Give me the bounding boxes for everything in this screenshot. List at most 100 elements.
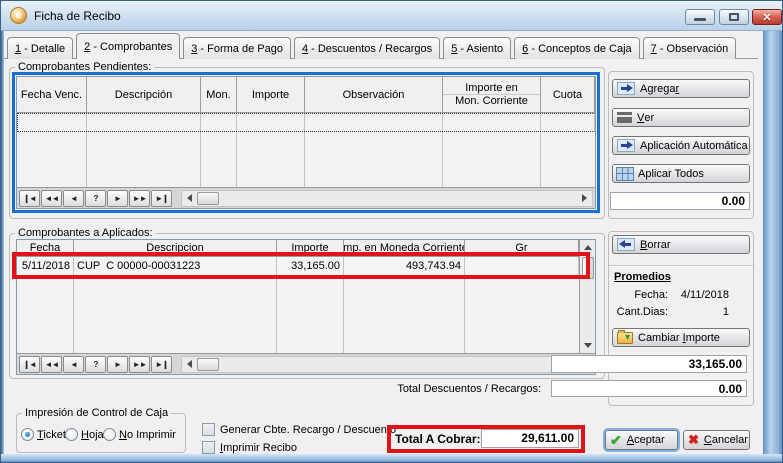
pendientes-grid: Fecha Venc. Descripción Mon. Importe Obs… xyxy=(16,76,596,209)
col-importe-mon-corriente: Importe en Mon. Corriente xyxy=(443,77,541,112)
radio-no-imprimir[interactable] xyxy=(103,428,116,441)
col-fecha-venc: Fecha Venc. xyxy=(17,77,87,112)
window-border-bottom xyxy=(1,454,783,462)
horizontal-scrollbar[interactable] xyxy=(181,190,593,207)
col-descripcion: Descripcion xyxy=(74,240,277,256)
borrar-button[interactable]: Borrar xyxy=(612,235,750,254)
radio-ticket-label: Ticket xyxy=(37,429,66,441)
aceptar-button[interactable]: ✔ Aceptar xyxy=(605,430,678,450)
tab-conceptos-de-caja[interactable]: 6 - Conceptos de Caja xyxy=(514,37,639,59)
maximize-button[interactable] xyxy=(719,9,749,25)
agregar-button[interactable]: Agregar xyxy=(612,79,750,98)
window-border-right xyxy=(762,31,782,456)
aplicar-todos-button[interactable]: Aplicar Todos xyxy=(612,164,750,183)
scroll-down-icon[interactable] xyxy=(580,338,595,353)
cambiar-importe-button[interactable]: Cambiar Importe xyxy=(612,328,750,347)
nav-prior-button[interactable]: ◄ xyxy=(63,356,84,373)
row-descripcion: CUP C 00000-00031223 xyxy=(74,257,277,276)
aplicados-navigator: ❙◄ ◄◄ ◄ ? ► ►► ►❙ xyxy=(17,353,595,374)
tab-observacion[interactable]: 7 - Observación xyxy=(643,37,737,59)
nav-next-button[interactable]: ► xyxy=(107,356,128,373)
nav-help-button[interactable]: ? xyxy=(85,356,106,373)
radio-ticket[interactable] xyxy=(21,428,34,441)
nav-next-page-button[interactable]: ►► xyxy=(129,356,150,373)
tab-descuentos-recargos[interactable]: 4 - Descuentos / Recargos xyxy=(294,37,440,59)
aplicacion-automatica-button[interactable]: Aplicación Automática xyxy=(612,136,750,155)
promedios-heading: Promedios xyxy=(614,271,671,283)
radio-hoja-label: Hoja xyxy=(81,429,104,441)
arrow-right-icon xyxy=(617,82,635,95)
col-cuota: Cuota xyxy=(541,77,595,112)
scrollbar-thumb[interactable] xyxy=(582,257,594,279)
nav-prior-button[interactable]: ◄ xyxy=(63,190,84,207)
scroll-left-icon[interactable] xyxy=(182,357,197,372)
window-title: Ficha de Recibo xyxy=(34,9,121,23)
checkbox-imprimir-recibo-label: Imprimir Recibo xyxy=(220,442,297,454)
aplicados-group-label: Comprobantes a Aplicados: xyxy=(15,227,156,239)
col-mon: Mon. xyxy=(201,77,237,112)
grid-icon xyxy=(617,168,633,180)
scroll-right-icon[interactable] xyxy=(577,191,592,206)
importe-total-field[interactable]: 33,165.00 xyxy=(551,355,747,373)
arrow-right-icon xyxy=(617,139,635,152)
total-a-cobrar-field[interactable]: 29,611.00 xyxy=(481,429,579,448)
folder-down-icon xyxy=(617,332,633,344)
tab-comprobantes[interactable]: 2 - Comprobantes xyxy=(76,33,180,59)
pendientes-group-label: Comprobantes Pendientes: xyxy=(15,61,154,73)
nav-last-button[interactable]: ►❙ xyxy=(151,356,172,373)
col-importe: Importe xyxy=(277,240,344,256)
maximize-icon xyxy=(729,13,739,21)
cancelar-button[interactable]: ✖ Cancelar xyxy=(683,430,750,450)
nav-first-button[interactable]: ❙◄ xyxy=(19,356,40,373)
close-button[interactable]: ✕ xyxy=(752,9,782,25)
minimize-button[interactable] xyxy=(685,9,715,25)
col-gr: Gr xyxy=(465,240,579,256)
tab-strip: 1 - Detalle 2 - Comprobantes 3 - Forma d… xyxy=(7,33,756,59)
scrollbar-thumb[interactable] xyxy=(197,192,219,205)
vertical-scrollbar[interactable] xyxy=(579,240,595,353)
horizontal-scrollbar[interactable] xyxy=(181,356,593,373)
cant-dias-value: 1 xyxy=(671,306,729,318)
close-icon: ✕ xyxy=(762,11,771,24)
nav-first-button[interactable]: ❙◄ xyxy=(19,190,40,207)
dialog-ficha-de-recibo: e Ficha de Recibo ✕ 1 - Detalle 2 - Comp… xyxy=(0,0,783,463)
aplicados-table-row[interactable]: 5/11/2018 CUP C 00000-00031223 33,165.00… xyxy=(17,257,579,277)
pendientes-total-field[interactable]: 0.00 xyxy=(610,192,750,210)
total-descuentos-field[interactable]: 0.00 xyxy=(551,380,747,397)
minimize-icon xyxy=(694,18,706,21)
scroll-left-icon[interactable] xyxy=(182,191,197,206)
empty-selected-row[interactable] xyxy=(17,113,595,132)
title-bar[interactable]: e Ficha de Recibo xyxy=(1,1,782,31)
ver-button[interactable]: Ver xyxy=(612,108,750,127)
list-icon xyxy=(617,112,632,123)
tab-detalle[interactable]: 1 - Detalle xyxy=(7,37,73,59)
checkbox-imprimir-recibo[interactable] xyxy=(202,441,215,454)
nav-next-page-button[interactable]: ►► xyxy=(129,190,150,207)
fecha-label: Fecha: xyxy=(608,289,668,301)
pendientes-navigator: ❙◄ ◄◄ ◄ ? ► ►► ►❙ xyxy=(17,187,595,208)
total-descuentos-label: Total Descuentos / Recargos: xyxy=(341,383,541,395)
checkbox-generar-cbte[interactable] xyxy=(202,423,215,436)
nav-last-button[interactable]: ►❙ xyxy=(151,190,172,207)
nav-prior-page-button[interactable]: ◄◄ xyxy=(41,190,62,207)
fecha-value: 4/11/2018 xyxy=(671,289,729,301)
tab-forma-de-pago[interactable]: 3 - Forma de Pago xyxy=(183,37,291,59)
col-importe: Importe xyxy=(237,77,305,112)
scroll-up-icon[interactable] xyxy=(580,240,595,255)
nav-prior-page-button[interactable]: ◄◄ xyxy=(41,356,62,373)
total-a-cobrar-label: Total A Cobrar: xyxy=(395,432,481,446)
arrow-left-icon xyxy=(617,238,635,251)
row-fecha: 5/11/2018 xyxy=(17,257,74,276)
nav-next-button[interactable]: ► xyxy=(107,190,128,207)
window-border-left xyxy=(1,31,4,456)
radio-hoja[interactable] xyxy=(65,428,78,441)
col-imp-moneda-corriente: Imp. en Moneda Corriente xyxy=(344,240,465,256)
cross-icon: ✖ xyxy=(688,432,699,448)
scrollbar-thumb[interactable] xyxy=(197,358,219,371)
impresion-group-label: Impresión de Control de Caja xyxy=(22,407,171,419)
aplicados-grid: Fecha Descripcion Importe Imp. en Moneda… xyxy=(16,239,596,375)
col-fecha: Fecha xyxy=(17,240,74,256)
nav-help-button[interactable]: ? xyxy=(85,190,106,207)
col-descripcion: Descripción xyxy=(87,77,201,112)
tab-asiento[interactable]: 5 - Asiento xyxy=(443,37,511,59)
